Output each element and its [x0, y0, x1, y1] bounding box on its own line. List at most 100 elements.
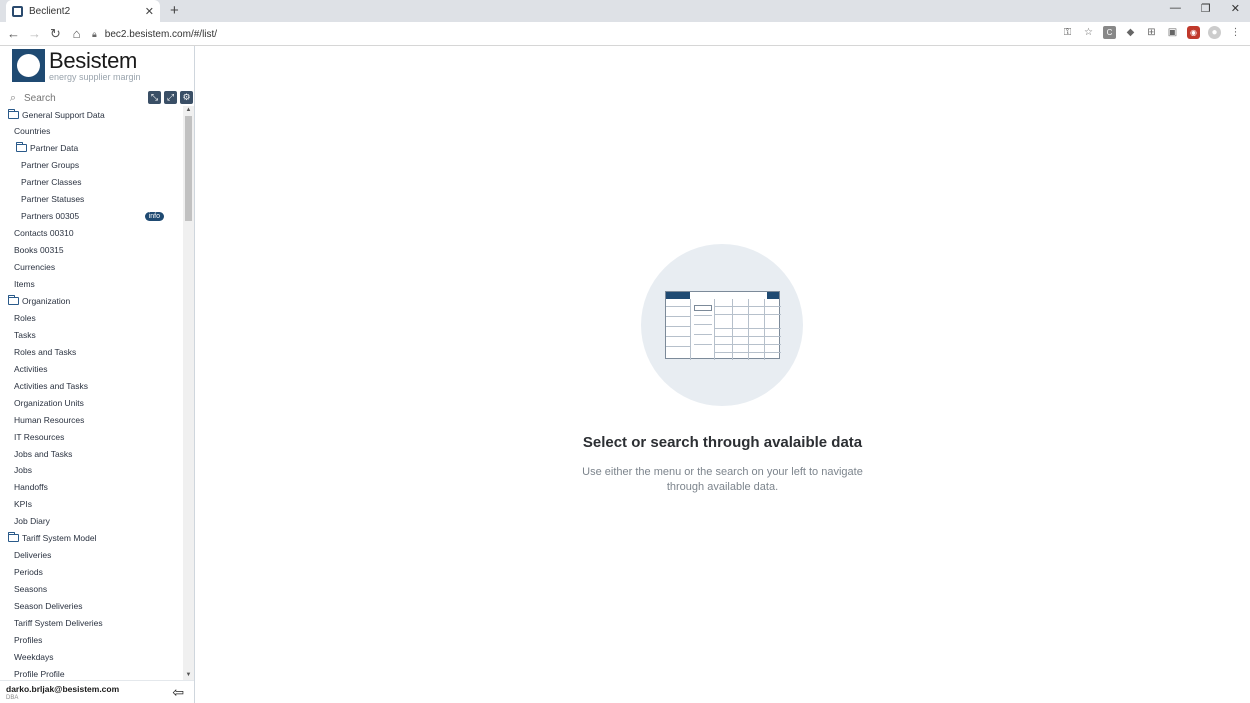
- tree-item[interactable]: Profiles: [0, 631, 183, 648]
- pdf-icon[interactable]: ⊞: [1145, 26, 1158, 39]
- tree-item[interactable]: Deliveries: [0, 547, 183, 564]
- profile-avatar-icon[interactable]: ●: [1208, 26, 1221, 39]
- collapse-all-icon[interactable]: ⤡: [148, 91, 161, 104]
- tree-item[interactable]: Tasks: [0, 326, 183, 343]
- search-icon: ⌕: [9, 91, 17, 104]
- tree-item[interactable]: Activities: [0, 360, 183, 377]
- empty-state-title: Select or search through avalaible data: [582, 434, 863, 451]
- extension-blue-icon[interactable]: ◆: [1124, 26, 1137, 39]
- tree-item-label: IT Resources: [14, 431, 65, 442]
- tree-item-label: Profile Profile: [14, 668, 65, 679]
- tree-folder[interactable]: Tariff System Model: [0, 530, 183, 547]
- tree-item[interactable]: Countries: [0, 123, 183, 140]
- logout-icon[interactable]: ⇦: [172, 684, 184, 701]
- tree-item-label: Contacts 00310: [14, 228, 74, 239]
- tree-item[interactable]: Currencies: [0, 259, 183, 276]
- tree-item-label: Books 00315: [14, 245, 64, 256]
- tree-item[interactable]: Human Resources: [0, 411, 183, 428]
- tree-item-label: General Support Data: [22, 109, 105, 120]
- tree-item-label: Partner Statuses: [21, 194, 85, 205]
- star-icon[interactable]: ☆: [1082, 26, 1095, 39]
- scroll-down-icon[interactable]: ▼: [183, 671, 194, 680]
- forward-icon[interactable]: →: [24, 26, 45, 41]
- tree-item[interactable]: Roles and Tasks: [0, 343, 183, 360]
- search-row: ⌕ ⤡ ⤢ ⚙: [0, 90, 195, 106]
- restore-icon[interactable]: ❐: [1201, 2, 1211, 15]
- tree-item-label: Partner Data: [30, 143, 79, 154]
- brand-logo[interactable]: Besistem energy supplier margin: [12, 49, 141, 82]
- tree-item[interactable]: Items: [0, 276, 183, 293]
- tree-item[interactable]: Periods: [0, 564, 183, 581]
- browser-tab-bar: Beclient2 ✕ + — ❐ ✕: [0, 0, 1250, 22]
- close-window-icon[interactable]: ✕: [1231, 2, 1240, 15]
- brand-name: Besistem: [49, 47, 138, 73]
- tree-item-label: Activities and Tasks: [14, 380, 89, 391]
- tree-item-label: Activities: [14, 363, 48, 374]
- tree-item[interactable]: Organization Units: [0, 394, 183, 411]
- tree-item-label: Tariff System Model: [22, 533, 97, 544]
- tree-folder[interactable]: Partner Data: [0, 140, 183, 157]
- tree-item[interactable]: Partner Groups: [0, 157, 183, 174]
- menu-icon[interactable]: ⋮: [1229, 26, 1242, 39]
- tree-item[interactable]: Jobs and Tasks: [0, 445, 183, 462]
- tree-item-label: Profiles: [14, 634, 43, 645]
- main-content: Select or search through avalaible data …: [195, 46, 1250, 703]
- key-icon[interactable]: ⚿: [1061, 26, 1074, 39]
- sidebar-scrollbar[interactable]: ▲ ▼: [183, 106, 194, 680]
- tree-item-label: Items: [14, 279, 35, 289]
- address-bar[interactable]: 🔒︎ bec2.besistem.com/#/list/: [92, 26, 1080, 42]
- tree-item-label: Organization Units: [14, 397, 84, 408]
- tree-item[interactable]: IT Resources: [0, 428, 183, 445]
- tree-item-label: Roles: [14, 312, 36, 323]
- tree-item[interactable]: Profile Profile: [0, 665, 183, 680]
- tree-item-label: Human Resources: [14, 414, 85, 425]
- tree-item-label: KPIs: [14, 499, 32, 510]
- home-icon[interactable]: ⌂: [66, 26, 87, 41]
- user-bar: darko.brljak@besistem.com DBA ⇦: [0, 680, 194, 703]
- scroll-up-icon[interactable]: ▲: [183, 106, 194, 115]
- sidebar: Besistem energy supplier margin ⌕ ⤡ ⤢ ⚙ …: [0, 46, 195, 703]
- tree-item-label: Tasks: [14, 329, 36, 340]
- tree-item[interactable]: Weekdays: [0, 648, 183, 665]
- url-text[interactable]: bec2.besistem.com/#/list/: [105, 29, 217, 40]
- tree-folder[interactable]: Organization: [0, 292, 183, 309]
- tree-folder[interactable]: General Support Data: [0, 106, 183, 123]
- tree-item-label: Organization: [22, 295, 71, 306]
- empty-state-illustration: [641, 244, 803, 406]
- tree-item[interactable]: Handoffs: [0, 479, 183, 496]
- tree-item[interactable]: Contacts 00310: [0, 225, 183, 242]
- expand-all-icon[interactable]: ⤢: [164, 91, 177, 104]
- back-icon[interactable]: ←: [3, 26, 24, 41]
- search-input[interactable]: [24, 91, 148, 105]
- tree-item[interactable]: Partner Statuses: [0, 191, 183, 208]
- tree-item[interactable]: Seasons: [0, 581, 183, 598]
- shield-icon[interactable]: ◉: [1187, 26, 1200, 39]
- tree-item[interactable]: Activities and Tasks: [0, 377, 183, 394]
- reload-icon[interactable]: ↻: [45, 26, 66, 42]
- extension-grid-icon[interactable]: ▣: [1166, 26, 1179, 39]
- tree-item-label: Season Deliveries: [14, 601, 83, 612]
- tree-item[interactable]: Season Deliveries: [0, 598, 183, 615]
- tree-item-label: Currencies: [14, 262, 56, 273]
- tree-item[interactable]: Job Diary: [0, 513, 183, 530]
- tree-item[interactable]: Jobs: [0, 462, 183, 479]
- tree-item-label: Partner Classes: [21, 177, 82, 188]
- tree-item-label: Tariff System Deliveries: [14, 618, 103, 628]
- extension-c-icon[interactable]: C: [1103, 26, 1116, 39]
- new-tab-icon[interactable]: +: [170, 2, 179, 19]
- tree-item[interactable]: KPIs: [0, 496, 183, 513]
- minimize-icon[interactable]: —: [1170, 2, 1181, 15]
- scroll-thumb[interactable]: [185, 116, 192, 221]
- info-badge[interactable]: info: [144, 211, 164, 221]
- tree-item[interactable]: Partner Classes: [0, 174, 183, 191]
- tree-item-label: Deliveries: [14, 550, 52, 561]
- tree-item[interactable]: Tariff System Deliveries: [0, 615, 183, 632]
- extension-icons: ⚿ ☆ C ◆ ⊞ ▣ ◉ ● ⋮: [1061, 26, 1242, 39]
- close-tab-icon[interactable]: ✕: [145, 5, 154, 18]
- settings-gear-icon[interactable]: ⚙: [180, 91, 193, 104]
- tree-item-label: Periods: [14, 567, 43, 578]
- tree-item[interactable]: Books 00315: [0, 242, 183, 259]
- browser-tab[interactable]: Beclient2 ✕: [6, 0, 160, 22]
- tree-item[interactable]: Roles: [0, 309, 183, 326]
- tree-item[interactable]: Partners 00305 info: [0, 208, 183, 225]
